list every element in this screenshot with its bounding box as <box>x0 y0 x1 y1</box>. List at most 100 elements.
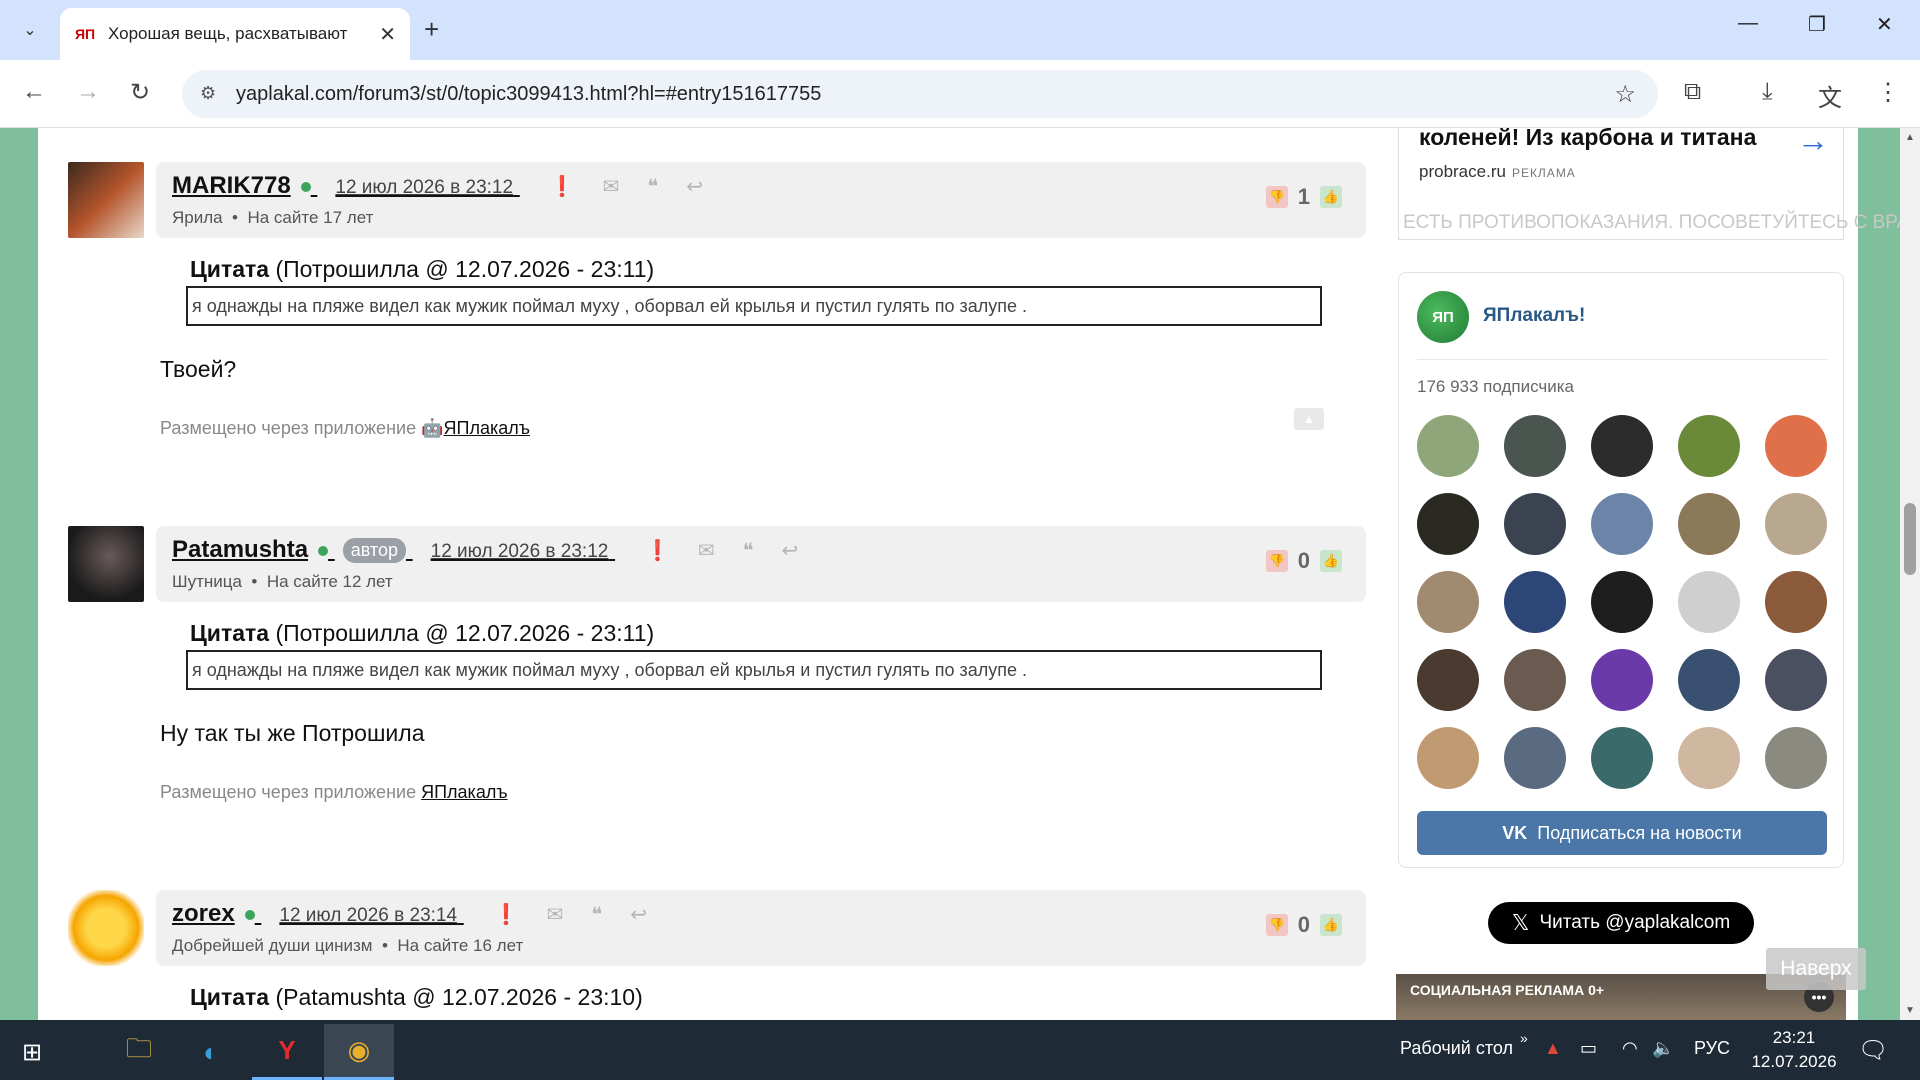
thumb-up-icon[interactable]: 👍 <box>1320 550 1342 572</box>
forward-button[interactable]: → <box>76 78 100 106</box>
avatar[interactable] <box>1765 571 1827 633</box>
thumb-up-icon[interactable]: 👍 <box>1320 914 1342 936</box>
app-link[interactable]: ЯПлакалъ <box>444 418 530 438</box>
close-tab-icon[interactable]: ✕ <box>379 22 396 47</box>
avatar[interactable] <box>1504 493 1566 555</box>
edge-icon[interactable]: ◐ <box>176 1024 246 1080</box>
menu-icon[interactable]: ⋮ <box>1876 78 1900 107</box>
scroll-up-arrow-icon[interactable]: ▲ <box>1905 132 1915 143</box>
post-date-link[interactable]: 12 июл 2026 в 23:12 <box>431 541 609 562</box>
avatar[interactable] <box>1678 727 1740 789</box>
chrome-icon[interactable]: ◉ <box>324 1024 394 1080</box>
translate-icon[interactable]: 文 <box>1818 78 1842 113</box>
thumb-down-icon[interactable]: 👎 <box>1265 550 1288 572</box>
avatar[interactable] <box>1591 571 1653 633</box>
message-icon[interactable]: ✉ <box>603 174 620 199</box>
site-info-icon[interactable]: ⚙ <box>200 83 216 104</box>
scroll-up-icon[interactable]: ▲ <box>1294 408 1324 430</box>
post-date-link[interactable]: 12 июл 2026 в 23:12 <box>335 177 513 198</box>
avatar[interactable] <box>1504 415 1566 477</box>
avatar[interactable] <box>68 890 144 966</box>
message-icon[interactable]: ✉ <box>698 538 715 563</box>
avatar[interactable] <box>1504 727 1566 789</box>
download-icon[interactable]: ⤓ <box>1762 78 1773 106</box>
avatar[interactable] <box>1504 649 1566 711</box>
avatar[interactable] <box>1417 493 1479 555</box>
ad-headline[interactable]: коленей! Из карбона и титана <box>1419 128 1756 151</box>
x-follow-button[interactable]: 𝕏 Читать @yaplakalcom <box>1488 902 1754 944</box>
group-name-link[interactable]: ЯПлакалъ! <box>1483 305 1585 327</box>
desktop-label[interactable]: Рабочий стол <box>1400 1038 1513 1059</box>
close-window-button[interactable]: ✕ <box>1876 12 1893 37</box>
avatar[interactable] <box>1504 571 1566 633</box>
avatar[interactable] <box>68 162 144 238</box>
bookmark-star-icon[interactable]: ☆ <box>1614 80 1636 109</box>
vk-subscribe-button[interactable]: VK Подписаться на новости <box>1417 811 1827 855</box>
back-button[interactable]: ← <box>22 78 46 106</box>
thumb-up-icon[interactable]: 👍 <box>1320 186 1342 208</box>
avatar[interactable] <box>1765 493 1827 555</box>
new-tab-button[interactable]: + <box>424 14 439 45</box>
avatar[interactable] <box>1591 493 1653 555</box>
browser-tab-active[interactable]: ЯП Хорошая вещь, расхватывают ✕ <box>60 8 410 60</box>
back-to-top-button[interactable]: Наверх <box>1766 948 1866 990</box>
scrollbar-thumb[interactable] <box>1904 503 1916 575</box>
avatar[interactable] <box>1678 415 1740 477</box>
avatar[interactable] <box>1417 415 1479 477</box>
reply-icon[interactable]: ↩ <box>781 538 798 563</box>
avatar[interactable] <box>1591 649 1653 711</box>
arrow-right-icon[interactable]: → <box>1797 128 1829 159</box>
quote-icon[interactable]: ❝ <box>743 538 754 563</box>
report-icon[interactable]: ❗ <box>550 174 575 199</box>
quote-icon[interactable]: ❝ <box>591 902 602 927</box>
thumb-down-icon[interactable]: 👎 <box>1265 914 1288 936</box>
quote-icon[interactable]: ❝ <box>647 174 658 199</box>
warning-icon[interactable]: ▲ <box>1544 1038 1562 1059</box>
post-date-link[interactable]: 12 июл 2026 в 23:14 <box>279 905 457 926</box>
volume-icon[interactable]: 🔈 <box>1652 1038 1674 1059</box>
avatar[interactable] <box>1417 571 1479 633</box>
language-indicator[interactable]: РУС <box>1694 1038 1730 1059</box>
avatar[interactable] <box>1591 727 1653 789</box>
reload-button[interactable]: ↻ <box>130 78 150 107</box>
username-link[interactable]: Patamushta <box>172 536 308 563</box>
avatar[interactable] <box>1678 493 1740 555</box>
address-bar[interactable]: ⚙ yaplakal.com/forum3/st/0/topic3099413.… <box>182 70 1658 118</box>
report-icon[interactable]: ❗ <box>645 538 670 563</box>
ad-domain[interactable]: probrace.ru <box>1419 162 1506 181</box>
chevron-up-icon[interactable]: » <box>1520 1030 1528 1046</box>
message-icon[interactable]: ✉ <box>547 902 564 927</box>
group-logo[interactable]: ЯП <box>1417 291 1469 343</box>
avatar[interactable] <box>1765 649 1827 711</box>
avatar[interactable] <box>1591 415 1653 477</box>
avatar[interactable] <box>1765 415 1827 477</box>
app-link[interactable]: ЯПлакалъ <box>421 782 507 802</box>
avatar[interactable] <box>1417 649 1479 711</box>
reply-icon[interactable]: ↩ <box>686 174 703 199</box>
battery-icon[interactable]: ▭ <box>1580 1038 1597 1059</box>
report-icon[interactable]: ❗ <box>494 902 519 927</box>
username-link[interactable]: zorex <box>172 900 235 927</box>
tab-search-button[interactable]: ⌄ <box>10 10 50 50</box>
ad-banner[interactable]: коленей! Из карбона и титана → probrace.… <box>1398 128 1920 240</box>
restore-button[interactable]: ❐ <box>1808 12 1826 37</box>
page-scrollbar[interactable]: ▲ ▼ <box>1900 128 1920 1020</box>
clock[interactable]: 23:21 12.07.2026 <box>1744 1026 1844 1074</box>
scroll-down-arrow-icon[interactable]: ▼ <box>1905 1005 1915 1016</box>
extensions-icon[interactable]: ⧉ <box>1684 78 1701 106</box>
file-explorer-icon[interactable]: 🗀 <box>104 1024 174 1080</box>
thumb-down-icon[interactable]: 👎 <box>1265 186 1288 208</box>
site-age: На сайте 12 лет <box>266 572 393 591</box>
avatar[interactable] <box>1678 649 1740 711</box>
avatar[interactable] <box>1678 571 1740 633</box>
avatar[interactable] <box>68 526 144 602</box>
windows-start-icon[interactable]: ⊞ <box>22 1038 42 1067</box>
reply-icon[interactable]: ↩ <box>630 902 647 927</box>
avatar[interactable] <box>1765 727 1827 789</box>
wifi-icon[interactable]: ◠ <box>1622 1038 1638 1059</box>
username-link[interactable]: MARIK778 <box>172 172 291 199</box>
yandex-browser-icon[interactable]: Y <box>252 1024 322 1080</box>
notification-icon[interactable]: 🗨 <box>1858 1036 1888 1065</box>
avatar[interactable] <box>1417 727 1479 789</box>
minimize-button[interactable]: — <box>1738 12 1758 35</box>
